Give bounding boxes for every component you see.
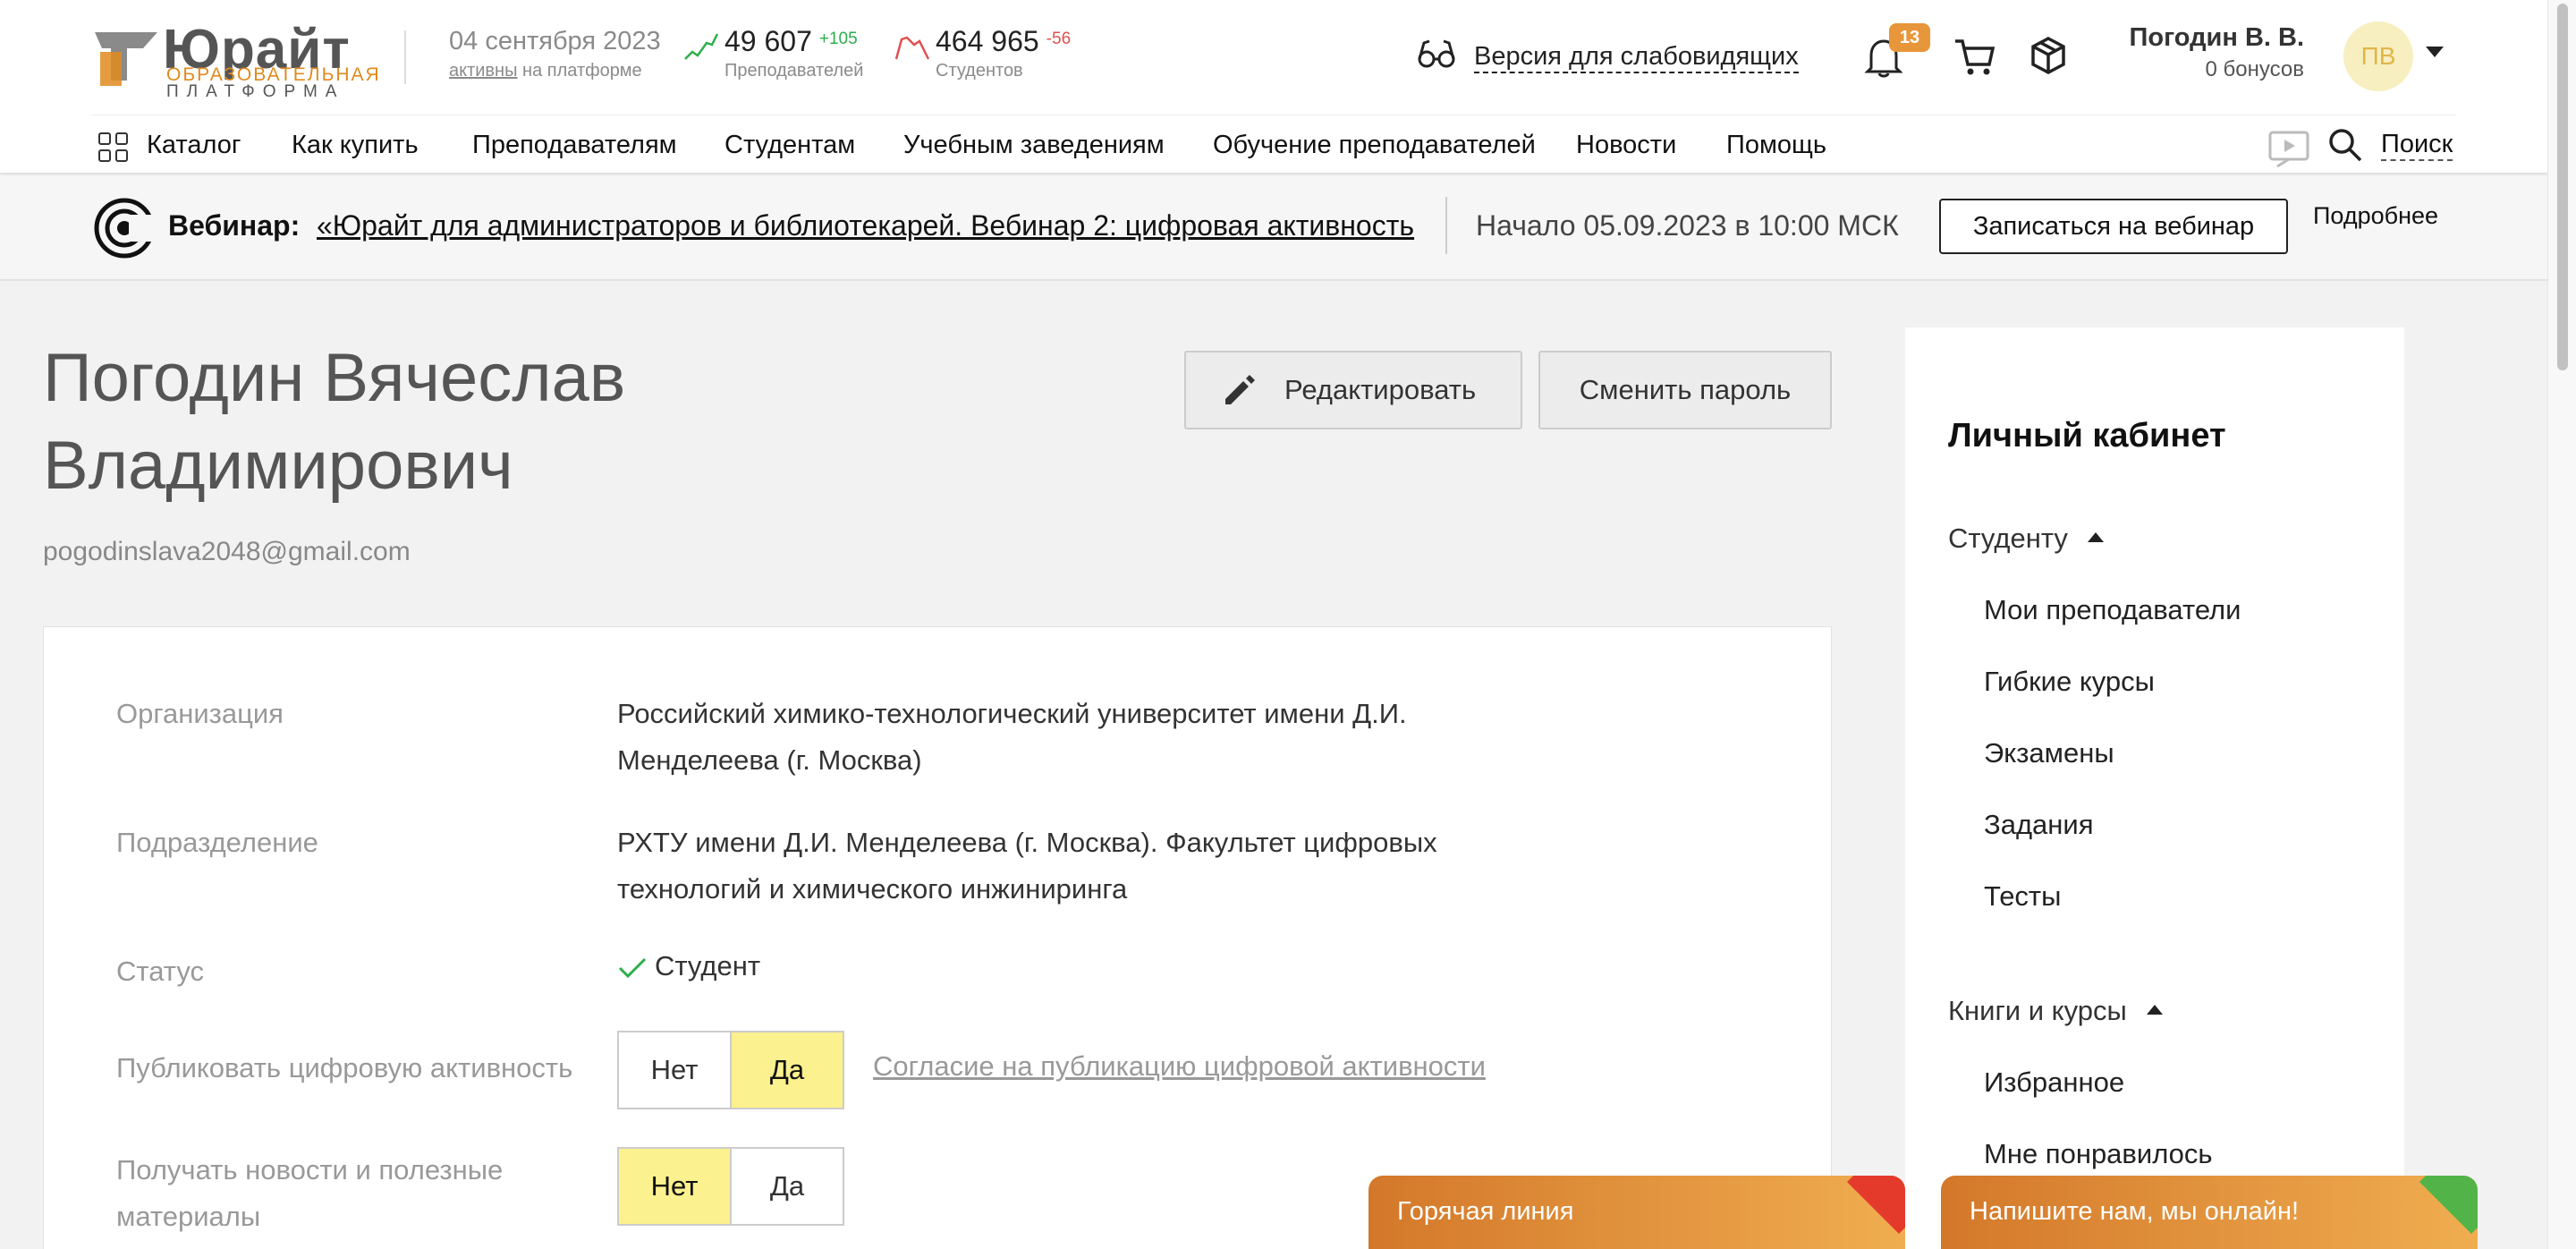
webinar-label: Вебинар: xyxy=(168,209,301,242)
nav-news[interactable]: Новости xyxy=(1576,131,1676,160)
notification-badge: 13 xyxy=(1889,23,1930,52)
org-label: Организация xyxy=(116,698,284,729)
logo-subtitle-2: ПЛАТФОРМА xyxy=(166,82,345,101)
nav-teacher-training[interactable]: Обучение преподавателей xyxy=(1213,131,1536,160)
sidebar-section-student[interactable]: Студенту xyxy=(1948,523,2104,555)
nav-help[interactable]: Помощь xyxy=(1726,131,1826,160)
divider xyxy=(404,30,406,84)
cart-icon[interactable] xyxy=(1953,38,1996,77)
user-email: pogodinslava2048@gmail.com xyxy=(43,537,411,566)
students-label: Студентов xyxy=(936,61,1023,81)
active-link[interactable]: активны xyxy=(449,61,517,81)
accessibility-label: Версия для слабовидящих xyxy=(1474,41,1799,73)
account-sidebar: Личный кабинет Студенту Мои преподавател… xyxy=(1905,327,2404,1249)
nav-how-to-buy[interactable]: Как купить xyxy=(292,131,419,160)
org-value: Российский химико-технологический универ… xyxy=(617,698,1407,776)
webinar-start: Начало 05.09.2023 в 10:00 МСК xyxy=(1476,209,1899,242)
avatar[interactable]: ПВ xyxy=(2343,21,2413,91)
glasses-icon xyxy=(1418,39,1455,68)
chevron-down-icon[interactable] xyxy=(2426,47,2444,57)
user-name[interactable]: Погодин В. В. xyxy=(2130,23,2304,53)
sidebar-item-tests[interactable]: Тесты xyxy=(1984,880,2061,913)
hotline-tab[interactable]: Горячая линия xyxy=(1368,1176,1905,1249)
hotline-label: Горячая линия xyxy=(1397,1197,1574,1226)
scrollbar[interactable] xyxy=(2547,0,2576,1249)
chevron-up-icon xyxy=(2087,532,2104,542)
sidebar-section-books[interactable]: Книги и курсы xyxy=(1948,995,2163,1027)
broadcast-icon xyxy=(94,198,156,259)
consent-link[interactable]: Согласие на публикацию цифровой активнос… xyxy=(873,1050,1486,1083)
page-title-line-1: Погодин Вячеслав xyxy=(43,340,626,416)
chat-label: Напишите нам, мы онлайн! xyxy=(1970,1197,2300,1226)
chevron-up-icon xyxy=(2146,1005,2163,1015)
logo-icon xyxy=(95,32,157,86)
publish-toggle: Нет Да xyxy=(617,1031,844,1109)
status-label: Статус xyxy=(116,956,204,987)
chat-tab[interactable]: Напишите нам, мы онлайн! xyxy=(1941,1176,2478,1249)
publish-yes-option[interactable]: Да xyxy=(730,1032,843,1108)
news-label: Получать новости и полезные материалы xyxy=(116,1154,504,1232)
teachers-count: 49 607 xyxy=(724,25,812,57)
logo[interactable]: Юрайт ОБРАЗОВАТЕЛЬНАЯ ПЛАТФОРМА xyxy=(91,19,379,101)
webinar-banner: Вебинар: «Юрайт для администраторов и би… xyxy=(0,175,2547,281)
dept-label: Подразделение xyxy=(116,827,318,858)
sidebar-section-label: Студенту xyxy=(1948,523,2068,554)
trend-down-icon xyxy=(894,36,930,60)
webinar-title-link[interactable]: «Юрайт для администраторов и библиотекар… xyxy=(317,209,1414,242)
divider xyxy=(1445,197,1447,254)
students-count: 464 965 xyxy=(936,25,1039,57)
search-link[interactable]: Поиск xyxy=(2381,129,2453,161)
sidebar-section-label: Книги и курсы xyxy=(1948,995,2127,1026)
trend-up-icon xyxy=(684,33,719,60)
change-password-button[interactable]: Сменить пароль xyxy=(1538,351,1832,429)
page-title: Погодин Вячеслав Владимирович xyxy=(43,335,848,510)
sidebar-item-my-teachers[interactable]: Мои преподаватели xyxy=(1984,594,2241,626)
news-yes-option[interactable]: Да xyxy=(730,1149,843,1224)
register-webinar-button[interactable]: Записаться на вебинар xyxy=(1939,199,2288,254)
active-caption: активны на платформе xyxy=(449,61,642,81)
scrollbar-thumb[interactable] xyxy=(2557,4,2568,370)
status-indicator xyxy=(2419,1176,2478,1234)
page-title-line-2: Владимирович xyxy=(43,428,513,504)
search-icon[interactable] xyxy=(2327,127,2363,163)
user-bonus: 0 бонусов xyxy=(2205,57,2304,81)
edit-label: Редактировать xyxy=(1284,374,1477,405)
teachers-delta: +105 xyxy=(818,30,858,48)
check-icon xyxy=(618,957,647,979)
status-indicator xyxy=(1847,1176,1905,1234)
video-icon[interactable] xyxy=(2268,131,2309,168)
students-delta: -56 xyxy=(1046,30,1072,48)
publish-label: Публиковать цифровую активность xyxy=(116,1052,573,1083)
news-no-option[interactable]: Нет xyxy=(619,1149,730,1224)
status-value: Студент xyxy=(655,950,761,981)
grid-icon xyxy=(98,132,129,163)
webinar-more-link[interactable]: Подробнее xyxy=(2313,202,2438,230)
active-caption-text: на платформе xyxy=(517,61,642,81)
edit-button[interactable]: Редактировать xyxy=(1184,351,1522,429)
news-toggle: Нет Да xyxy=(617,1147,844,1226)
sidebar-item-favorites[interactable]: Избранное xyxy=(1984,1066,2124,1099)
publish-no-option[interactable]: Нет xyxy=(619,1032,730,1108)
box-icon[interactable] xyxy=(2030,36,2066,75)
pencil-icon xyxy=(1225,375,1255,404)
nav-teachers[interactable]: Преподавателям xyxy=(472,131,677,160)
sidebar-title: Личный кабинет xyxy=(1948,417,2226,455)
current-date: 04 сентября 2023 xyxy=(449,27,661,55)
site-header: Юрайт ОБРАЗОВАТЕЛЬНАЯ ПЛАТФОРМА 04 сентя… xyxy=(0,0,2547,174)
nav-students[interactable]: Студентам xyxy=(724,131,855,160)
sidebar-item-assignments[interactable]: Задания xyxy=(1984,809,2094,841)
sidebar-item-liked[interactable]: Мне понравилось xyxy=(1984,1138,2213,1170)
nav-institutions[interactable]: Учебным заведениям xyxy=(903,131,1165,160)
dept-value: РХТУ имени Д.И. Менделеева (г. Москва). … xyxy=(617,827,1437,905)
teachers-label: Преподавателей xyxy=(724,61,864,81)
sidebar-item-exams[interactable]: Экзамены xyxy=(1984,737,2114,769)
sidebar-item-flexible-courses[interactable]: Гибкие курсы xyxy=(1984,666,2155,698)
nav-catalog[interactable]: Каталог xyxy=(147,131,241,160)
